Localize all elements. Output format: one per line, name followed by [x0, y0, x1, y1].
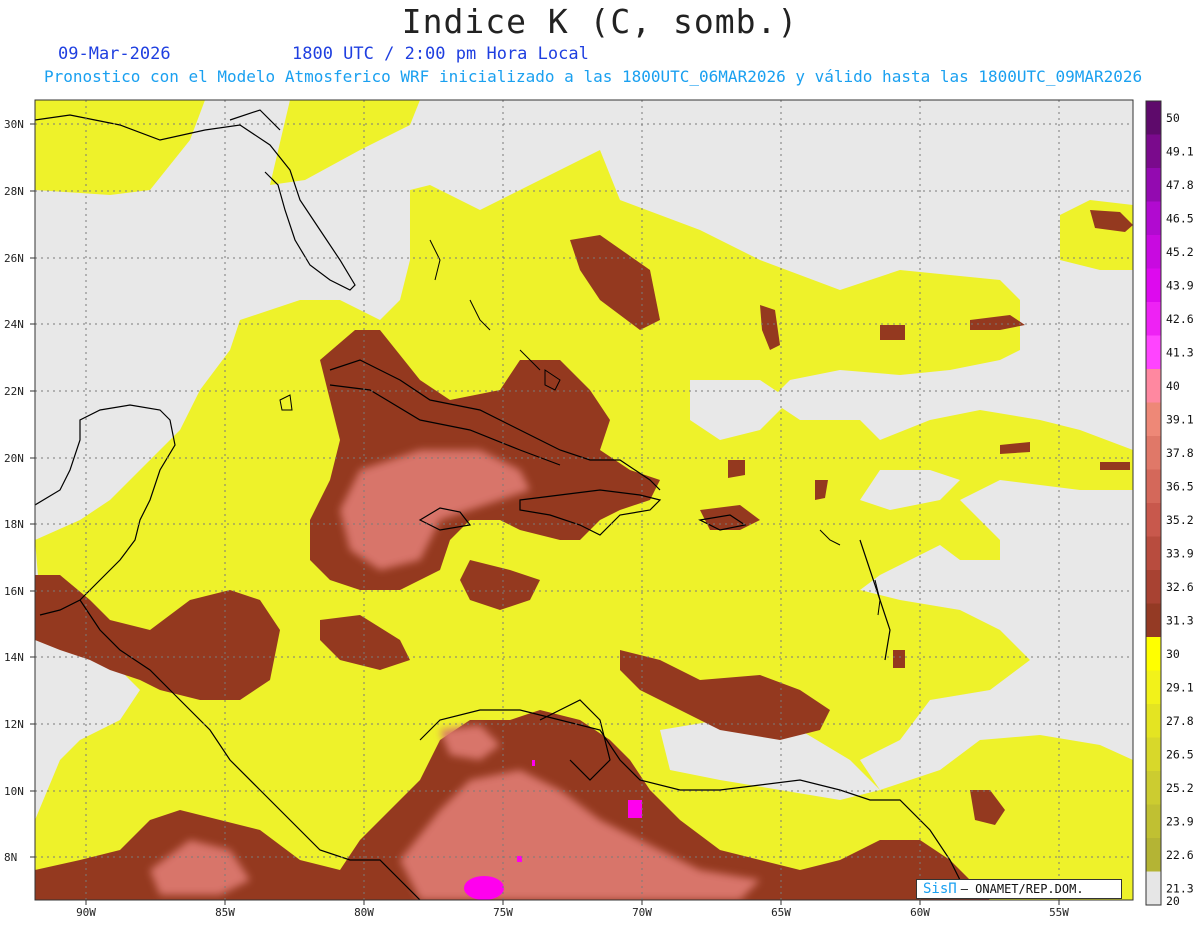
colorbar-label: 43.9: [1166, 278, 1194, 292]
colorbar-label: 41.3: [1166, 345, 1194, 359]
lat-label: 28N: [4, 185, 24, 198]
colorbar-label: 31.3: [1166, 613, 1194, 627]
lat-label: 14N: [4, 651, 24, 664]
lat-label: 16N: [4, 585, 24, 598]
lon-label: 55W: [1049, 906, 1069, 919]
colorbar-swatch: [1146, 838, 1161, 872]
colorbar-swatch: [1146, 168, 1161, 202]
k-index-map: 30N 28N 26N 24N 22N 20N 18N 16N 14N 12N 10N 8N 90W 8…: [4, 99, 1194, 919]
colorbar-label: 42.6: [1166, 312, 1194, 326]
lon-label: 90W: [76, 906, 96, 919]
colorbar-swatch: [1146, 402, 1161, 437]
lat-label: 22N: [4, 385, 24, 398]
colorbar-swatch: [1146, 436, 1161, 470]
colorbar-swatch: [1146, 201, 1161, 236]
colorbar-label: 46.5: [1166, 211, 1194, 225]
lat-label: 24N: [4, 318, 24, 331]
colorbar-label: 22.6: [1166, 848, 1194, 862]
colorbar-label: 37.8: [1166, 446, 1194, 460]
colorbar-swatch: [1146, 134, 1161, 169]
colorbar: 50 49.1 47.8 46.5 45.2 43.9 42.6 41.3 40 39.1 37.8…: [1145, 100, 1194, 908]
sispi-logo: SisΠ: [923, 881, 957, 897]
colorbar-swatch: [1146, 536, 1161, 571]
lat-label: 26N: [4, 252, 24, 265]
colorbar-label: 25.2: [1166, 781, 1194, 795]
colorbar-swatch: [1146, 871, 1161, 906]
colorbar-label: 39.1: [1166, 412, 1194, 426]
longitude-labels: 90W 85W 80W 75W 70W 65W 60W 55W: [76, 900, 1069, 919]
latitude-labels: 30N 28N 26N 24N 22N 20N 18N 16N 14N 12N 10N 8N: [4, 118, 35, 864]
colorbar-label: 33.9: [1166, 546, 1194, 560]
lat-label: 20N: [4, 452, 24, 465]
colorbar-swatch: [1146, 804, 1161, 839]
lon-label: 80W: [354, 906, 374, 919]
colorbar-label: 29.1: [1166, 680, 1194, 694]
colorbar-label: 50: [1166, 111, 1180, 125]
colorbar-label: 30: [1166, 647, 1180, 661]
colorbar-label: 27.8: [1166, 714, 1194, 728]
colorbar-swatch: [1146, 469, 1161, 504]
colorbar-label: 32.6: [1166, 580, 1194, 594]
lon-label: 85W: [215, 906, 235, 919]
colorbar-swatch: [1146, 235, 1161, 269]
colorbar-swatch: [1146, 503, 1161, 537]
lat-label: 18N: [4, 518, 24, 531]
colorbar-swatch: [1146, 670, 1161, 705]
lon-label: 70W: [632, 906, 652, 919]
colorbar-swatch: [1146, 369, 1161, 403]
colorbar-label: 26.5: [1166, 747, 1194, 761]
colorbar-label: 36.5: [1166, 479, 1194, 493]
lon-label: 60W: [910, 906, 930, 919]
colorbar-label: 35.2: [1166, 513, 1194, 527]
lat-label: 8N: [4, 851, 17, 864]
colorbar-swatch: [1146, 335, 1161, 370]
lon-label: 65W: [771, 906, 791, 919]
colorbar-swatch: [1146, 603, 1161, 638]
colorbar-swatch: [1146, 268, 1161, 303]
credit-box: SisΠ – ONAMET/REP.DOM.: [916, 879, 1122, 899]
colorbar-swatch: [1146, 570, 1161, 604]
lat-label: 12N: [4, 718, 24, 731]
colorbar-label: 45.2: [1166, 245, 1194, 259]
credit-org: – ONAMET/REP.DOM.: [960, 882, 1084, 896]
colorbar-swatch: [1146, 704, 1161, 738]
colorbar-label: 20: [1166, 894, 1180, 908]
colorbar-swatch: [1146, 302, 1161, 336]
colorbar-swatch: [1146, 637, 1161, 671]
colorbar-label: 49.1: [1166, 144, 1194, 158]
colorbar-swatch: [1146, 771, 1161, 805]
colorbar-label: 47.8: [1166, 178, 1194, 192]
lat-label: 30N: [4, 118, 24, 131]
colorbar-swatch: [1146, 737, 1161, 772]
colorbar-label: 40: [1166, 379, 1180, 393]
lat-label: 10N: [4, 785, 24, 798]
colorbar-swatch: [1146, 101, 1161, 135]
lon-label: 75W: [493, 906, 513, 919]
colorbar-label: 23.9: [1166, 814, 1194, 828]
